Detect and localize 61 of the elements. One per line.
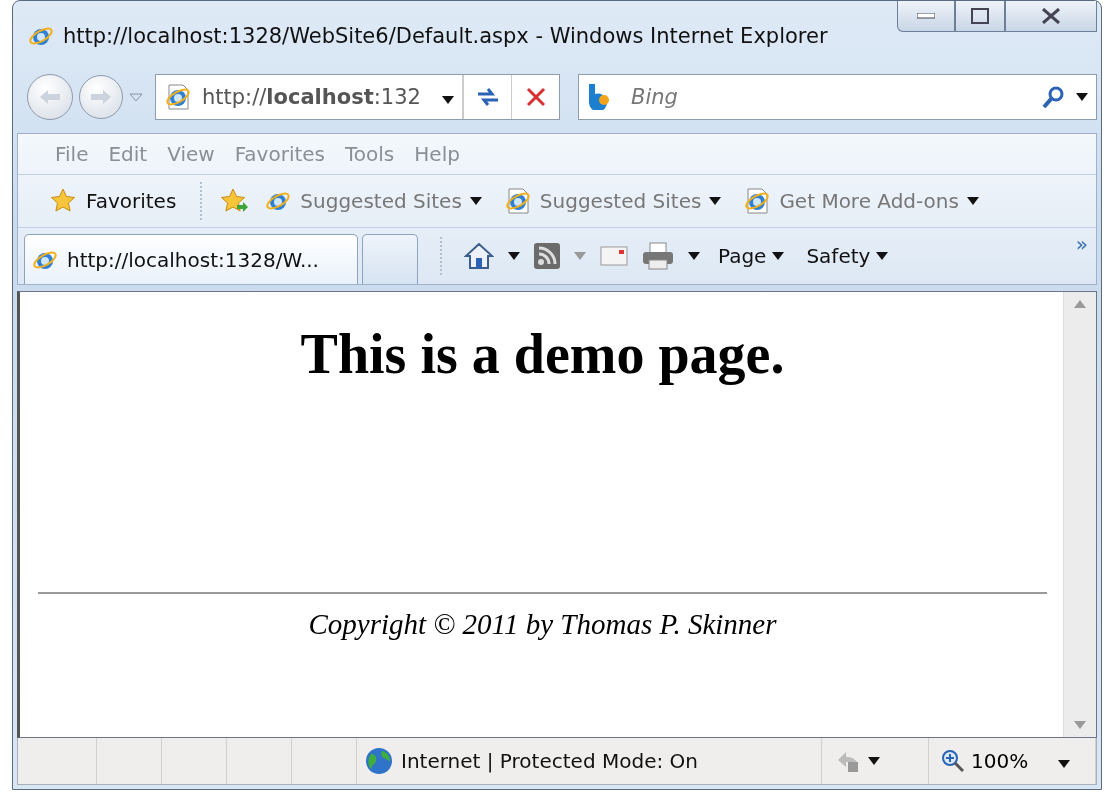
command-menu-button[interactable]: Page [714, 244, 789, 268]
recent-pages-caret-icon[interactable] [129, 92, 143, 102]
caret-icon [574, 252, 586, 260]
caret-icon [1076, 93, 1088, 101]
caret-icon [442, 96, 454, 104]
security-zone-text: Internet | Protected Mode: On [401, 749, 698, 773]
favorites-link[interactable]: Get More Add-ons [737, 187, 985, 215]
close-icon [1041, 8, 1061, 24]
search-field[interactable]: Bing [629, 84, 1032, 110]
window-title: http://localhost:1328/WebSite6/Default.aspx - Windows Internet Explorer [63, 24, 828, 48]
maximize-button[interactable] [955, 1, 1005, 32]
page-icon [164, 83, 192, 111]
caret-icon [772, 252, 785, 260]
browser-tab[interactable]: http://localhost:1328/W... [24, 234, 358, 284]
home-icon[interactable] [464, 242, 494, 270]
menu-item[interactable]: Favorites [227, 142, 332, 166]
caret-icon [1058, 760, 1071, 768]
forward-arrow-icon [91, 90, 111, 104]
star-icon [50, 188, 78, 214]
caret-icon [966, 197, 979, 205]
maximize-icon [971, 8, 989, 24]
forward-button[interactable] [79, 75, 123, 119]
search-box[interactable]: Bing [578, 74, 1097, 120]
globe-icon [365, 747, 393, 775]
new-tab-button[interactable] [362, 234, 418, 284]
caret-icon [868, 757, 880, 765]
page-icon [503, 187, 532, 215]
caret-icon [688, 252, 700, 260]
page-heading: This is a demo page. [300, 322, 785, 386]
printer-icon[interactable] [642, 242, 674, 270]
menu-item[interactable]: View [160, 142, 222, 166]
stop-icon [525, 87, 546, 107]
more-commands-button[interactable]: » [1075, 232, 1088, 256]
page-icon [743, 187, 772, 215]
refresh-icon [475, 86, 500, 108]
scroll-up-icon[interactable] [1074, 300, 1086, 308]
menu-item[interactable]: Tools [338, 142, 402, 166]
menu-item[interactable]: Edit [101, 142, 155, 166]
caret-icon [709, 197, 722, 205]
copyright-text: Copyright © 2011 by Thomas P. Skinner [308, 608, 777, 641]
favorites-link[interactable]: Suggested Sites [497, 187, 728, 215]
back-button[interactable] [27, 74, 73, 120]
minimize-icon [917, 13, 935, 19]
search-icon[interactable] [1042, 85, 1066, 109]
close-button[interactable] [1005, 1, 1097, 32]
feed-icon[interactable] [534, 243, 560, 269]
caret-icon [469, 197, 482, 205]
add-favorite-icon [220, 188, 249, 214]
scroll-down-icon[interactable] [1074, 721, 1086, 729]
favorites-link[interactable]: Suggested Sites [258, 187, 488, 215]
menu-item[interactable]: Help [407, 142, 467, 166]
minimize-button[interactable] [897, 1, 955, 32]
command-menu-button[interactable]: Safety [802, 244, 893, 268]
zoom-icon [941, 749, 965, 773]
caret-icon [876, 252, 889, 260]
mail-icon[interactable] [600, 246, 628, 266]
caret-icon [508, 252, 520, 260]
menu-item[interactable]: File [48, 142, 96, 166]
favorites-button[interactable]: Favorites [44, 188, 183, 214]
back-arrow-icon [40, 90, 60, 104]
zoom-button[interactable]: 100% [937, 749, 1075, 773]
